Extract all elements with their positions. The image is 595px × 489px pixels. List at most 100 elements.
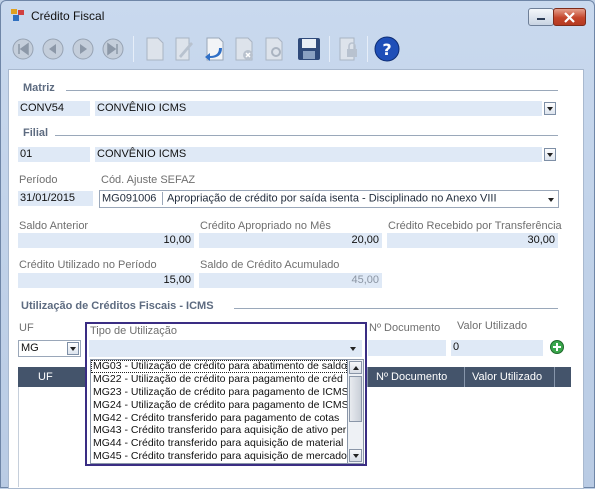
list-item[interactable]: MG22 - Utilização de crédito para pagame… (91, 373, 347, 386)
uf-dropdown-button[interactable] (67, 342, 79, 355)
credito-apropriado-label: Crédito Apropriado no Mês (200, 220, 331, 232)
toolbar: ? (7, 31, 588, 67)
ajuste-combo[interactable]: MG091006 Apropriação de crédito por saíd… (99, 190, 559, 208)
column-header-valor[interactable]: Valor Utilizado (472, 371, 542, 383)
credito-utilizado-field[interactable]: 15,00 (18, 273, 194, 288)
matriz-header: Matriz (23, 82, 55, 94)
tipo-utilizacao-popup: Tipo de Utilização MG03 - Utilização de … (85, 322, 367, 466)
new-icon (146, 37, 164, 61)
list-item[interactable]: MG45 - Crédito transferido para aquisiçã… (91, 450, 347, 463)
help-icon: ? (374, 36, 400, 62)
credito-recebido-field[interactable]: 30,00 (387, 233, 558, 248)
valor-label: Valor Utilizado (457, 320, 528, 332)
window-title: Crédito Fiscal (31, 9, 105, 23)
utilizacao-header: Utilização de Créditos Fiscais - ICMS (21, 300, 214, 312)
delete-button[interactable] (231, 34, 259, 64)
chevron-down-icon (547, 106, 553, 111)
next-icon (72, 38, 94, 60)
periodo-field[interactable]: 31/01/2015 (18, 191, 93, 206)
tipo-utilizacao-dropdown-button[interactable] (347, 342, 359, 355)
ajuste-dropdown-button[interactable] (545, 193, 557, 206)
chevron-down-icon (547, 152, 553, 157)
chevron-up-icon (352, 365, 359, 370)
tipo-utilizacao-list[interactable]: MG03 - Utilização de crédito para abatim… (90, 359, 348, 464)
matriz-dropdown-button[interactable] (544, 102, 556, 115)
edit-icon (175, 37, 193, 61)
first-record-button[interactable] (9, 34, 37, 64)
matriz-code-field[interactable]: CONV54 (18, 101, 90, 116)
app-icon (11, 9, 24, 21)
previous-icon (42, 38, 64, 60)
lock-icon (339, 37, 357, 61)
list-scrollbar[interactable] (348, 359, 364, 464)
saldo-anterior-label: Saldo Anterior (19, 220, 89, 232)
ajuste-code: MG091006 (102, 192, 157, 205)
credito-recebido-label: Crédito Recebido por Transferência (388, 220, 562, 232)
combo-separator (161, 192, 163, 205)
new-button[interactable] (141, 34, 169, 64)
chevron-down-icon (70, 346, 76, 351)
first-icon (12, 38, 34, 60)
next-record-button[interactable] (69, 34, 97, 64)
help-button[interactable]: ? (373, 34, 401, 64)
column-separator (464, 367, 465, 387)
title-bar: Crédito Fiscal (1, 1, 594, 31)
toolbar-separator (367, 36, 368, 62)
documento-field[interactable] (368, 340, 446, 356)
list-item[interactable]: MG23 - Utilização de crédito para pagame… (91, 386, 347, 399)
periodo-label: Período (19, 174, 58, 186)
last-record-button[interactable] (99, 34, 127, 64)
toolbar-separator (329, 36, 330, 62)
list-item[interactable]: MG42 - Crédito transferido para pagament… (91, 412, 347, 425)
list-item[interactable]: MG44 - Crédito transferido para aquisiçã… (91, 437, 347, 450)
credito-apropriado-field[interactable]: 20,00 (199, 233, 382, 248)
divider (66, 90, 558, 91)
scroll-up-button[interactable] (349, 361, 362, 374)
ajuste-label: Cód. Ajuste SEFAZ (101, 174, 196, 186)
lock-button[interactable] (335, 34, 363, 64)
edit-button[interactable] (171, 34, 199, 64)
undo-button[interactable] (201, 34, 229, 64)
saldo-acumulado-field: 45,00 (199, 273, 382, 288)
uf-value: MG (21, 342, 39, 354)
scroll-down-button[interactable] (349, 449, 362, 462)
filial-name-field[interactable]: CONVÊNIO ICMS (95, 147, 542, 162)
filial-code-field[interactable]: 01 (18, 147, 90, 162)
list-item[interactable]: MG24 - Utilização de crédito para pagame… (91, 399, 347, 412)
delete-icon (235, 37, 253, 61)
tipo-utilizacao-combo[interactable] (89, 340, 362, 357)
valor-field[interactable]: 0 (451, 340, 543, 356)
app-window: Crédito Fiscal ? Matriz CONV54 CONVÊNIO … (0, 0, 595, 489)
column-separator (367, 367, 368, 387)
divider (55, 135, 558, 136)
column-separator (554, 367, 555, 387)
svg-text:?: ? (382, 40, 391, 59)
documento-label: Nº Documento (369, 322, 441, 334)
add-icon[interactable] (550, 340, 564, 354)
saldo-anterior-field[interactable]: 10,00 (18, 233, 194, 248)
chevron-down-icon (350, 346, 356, 351)
divider (234, 308, 558, 309)
list-item[interactable]: MG43 - Crédito transferido para aquisiçã… (91, 424, 347, 437)
saldo-acumulado-label: Saldo de Crédito Acumulado (200, 259, 340, 271)
tipo-utilizacao-label: Tipo de Utilização (90, 325, 178, 337)
minimize-icon (537, 18, 545, 20)
minimize-button[interactable] (528, 8, 554, 26)
toolbar-separator (133, 36, 134, 62)
last-icon (102, 38, 124, 60)
undo-icon (205, 37, 224, 61)
chevron-down-icon (548, 197, 554, 202)
scrollbar-thumb[interactable] (349, 376, 362, 422)
list-item[interactable]: MG03 - Utilização de crédito para abatim… (91, 360, 347, 373)
search-icon (265, 37, 283, 61)
matriz-name-field[interactable]: CONVÊNIO ICMS (95, 101, 542, 116)
save-button[interactable] (295, 34, 323, 64)
search-button[interactable] (261, 34, 289, 64)
previous-record-button[interactable] (39, 34, 67, 64)
credito-utilizado-label: Crédito Utilizado no Período (19, 259, 157, 271)
column-header-uf[interactable]: UF (38, 371, 53, 383)
save-icon (298, 38, 320, 60)
filial-dropdown-button[interactable] (544, 148, 556, 161)
close-button[interactable] (553, 8, 586, 26)
column-header-documento[interactable]: Nº Documento (376, 371, 447, 383)
